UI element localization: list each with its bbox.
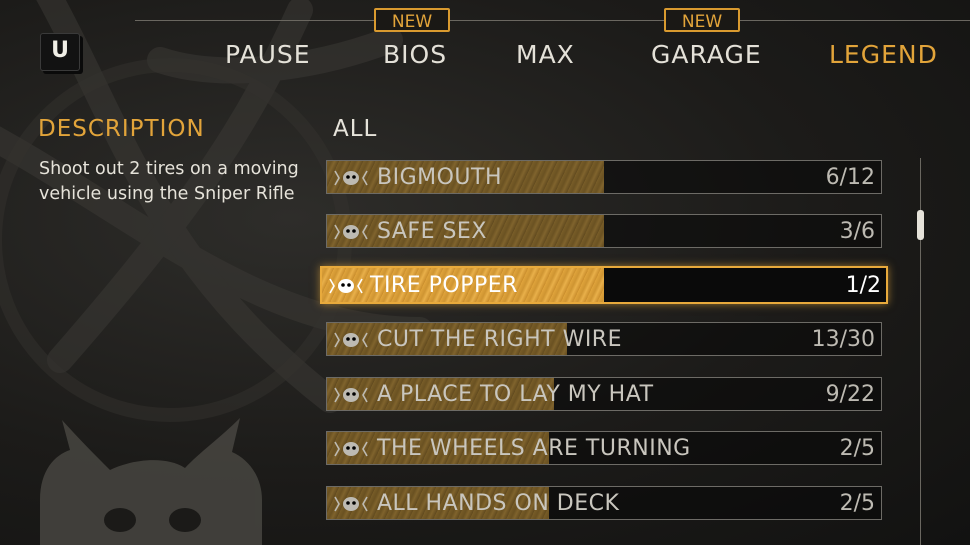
skull-wings-icon bbox=[333, 167, 369, 189]
list-item-count: 2/5 bbox=[839, 491, 875, 516]
skull-wings-icon bbox=[333, 221, 369, 243]
list-item-name: BIGMOUTH bbox=[377, 165, 503, 190]
skull-wings-icon bbox=[333, 493, 369, 515]
list-item-name: CUT THE RIGHT WIRE bbox=[377, 327, 622, 352]
list-item[interactable]: CUT THE RIGHT WIRE 13/30 bbox=[326, 322, 882, 356]
list-item[interactable]: ALL HANDS ON DECK 2/5 bbox=[326, 486, 882, 520]
description-text: Shoot out 2 tires on a moving vehicle us… bbox=[39, 159, 299, 204]
filter-label: ALL bbox=[333, 116, 378, 142]
tab-pause[interactable]: PAUSE bbox=[225, 40, 311, 69]
list-item[interactable]: TIRE POPPER 1/2 bbox=[320, 266, 888, 304]
list-item[interactable]: BIGMOUTH 6/12 bbox=[326, 160, 882, 194]
description-title: DESCRIPTION bbox=[38, 116, 205, 142]
tab-garage[interactable]: GARAGE bbox=[651, 40, 762, 69]
skull-emblem-icon bbox=[40, 418, 262, 545]
list-item-count: 1/2 bbox=[845, 273, 881, 298]
list-item[interactable]: THE WHEELS ARE TURNING 2/5 bbox=[326, 431, 882, 465]
skull-wings-icon bbox=[333, 384, 369, 406]
list-item-name: A PLACE TO LAY MY HAT bbox=[377, 382, 654, 407]
list-item-count: 3/6 bbox=[839, 219, 875, 244]
list-item-count: 13/30 bbox=[811, 327, 875, 352]
tab-garage-new-badge: NEW bbox=[664, 8, 740, 32]
list-item-name: TIRE POPPER bbox=[370, 273, 518, 298]
list-item-name: SAFE SEX bbox=[377, 219, 487, 244]
list-item-name: THE WHEELS ARE TURNING bbox=[377, 436, 691, 461]
skull-wings-icon bbox=[333, 438, 369, 460]
list-item-count: 9/22 bbox=[825, 382, 875, 407]
u-key-hint[interactable]: U bbox=[40, 33, 80, 71]
list-item[interactable]: A PLACE TO LAY MY HAT 9/22 bbox=[326, 377, 882, 411]
skull-wings-icon bbox=[328, 275, 364, 297]
tab-bios[interactable]: BIOS bbox=[383, 40, 447, 69]
list-item-name: ALL HANDS ON DECK bbox=[377, 491, 620, 516]
header-divider bbox=[135, 20, 970, 21]
list-item[interactable]: SAFE SEX 3/6 bbox=[326, 214, 882, 248]
skull-wings-icon bbox=[333, 329, 369, 351]
tab-bios-new-badge: NEW bbox=[374, 8, 450, 32]
scrollbar-thumb[interactable] bbox=[917, 210, 924, 240]
tab-max[interactable]: MAX bbox=[516, 40, 575, 69]
list-item-count: 6/12 bbox=[825, 165, 875, 190]
list-item-count: 2/5 bbox=[839, 436, 875, 461]
tab-legend[interactable]: LEGEND bbox=[829, 40, 938, 69]
